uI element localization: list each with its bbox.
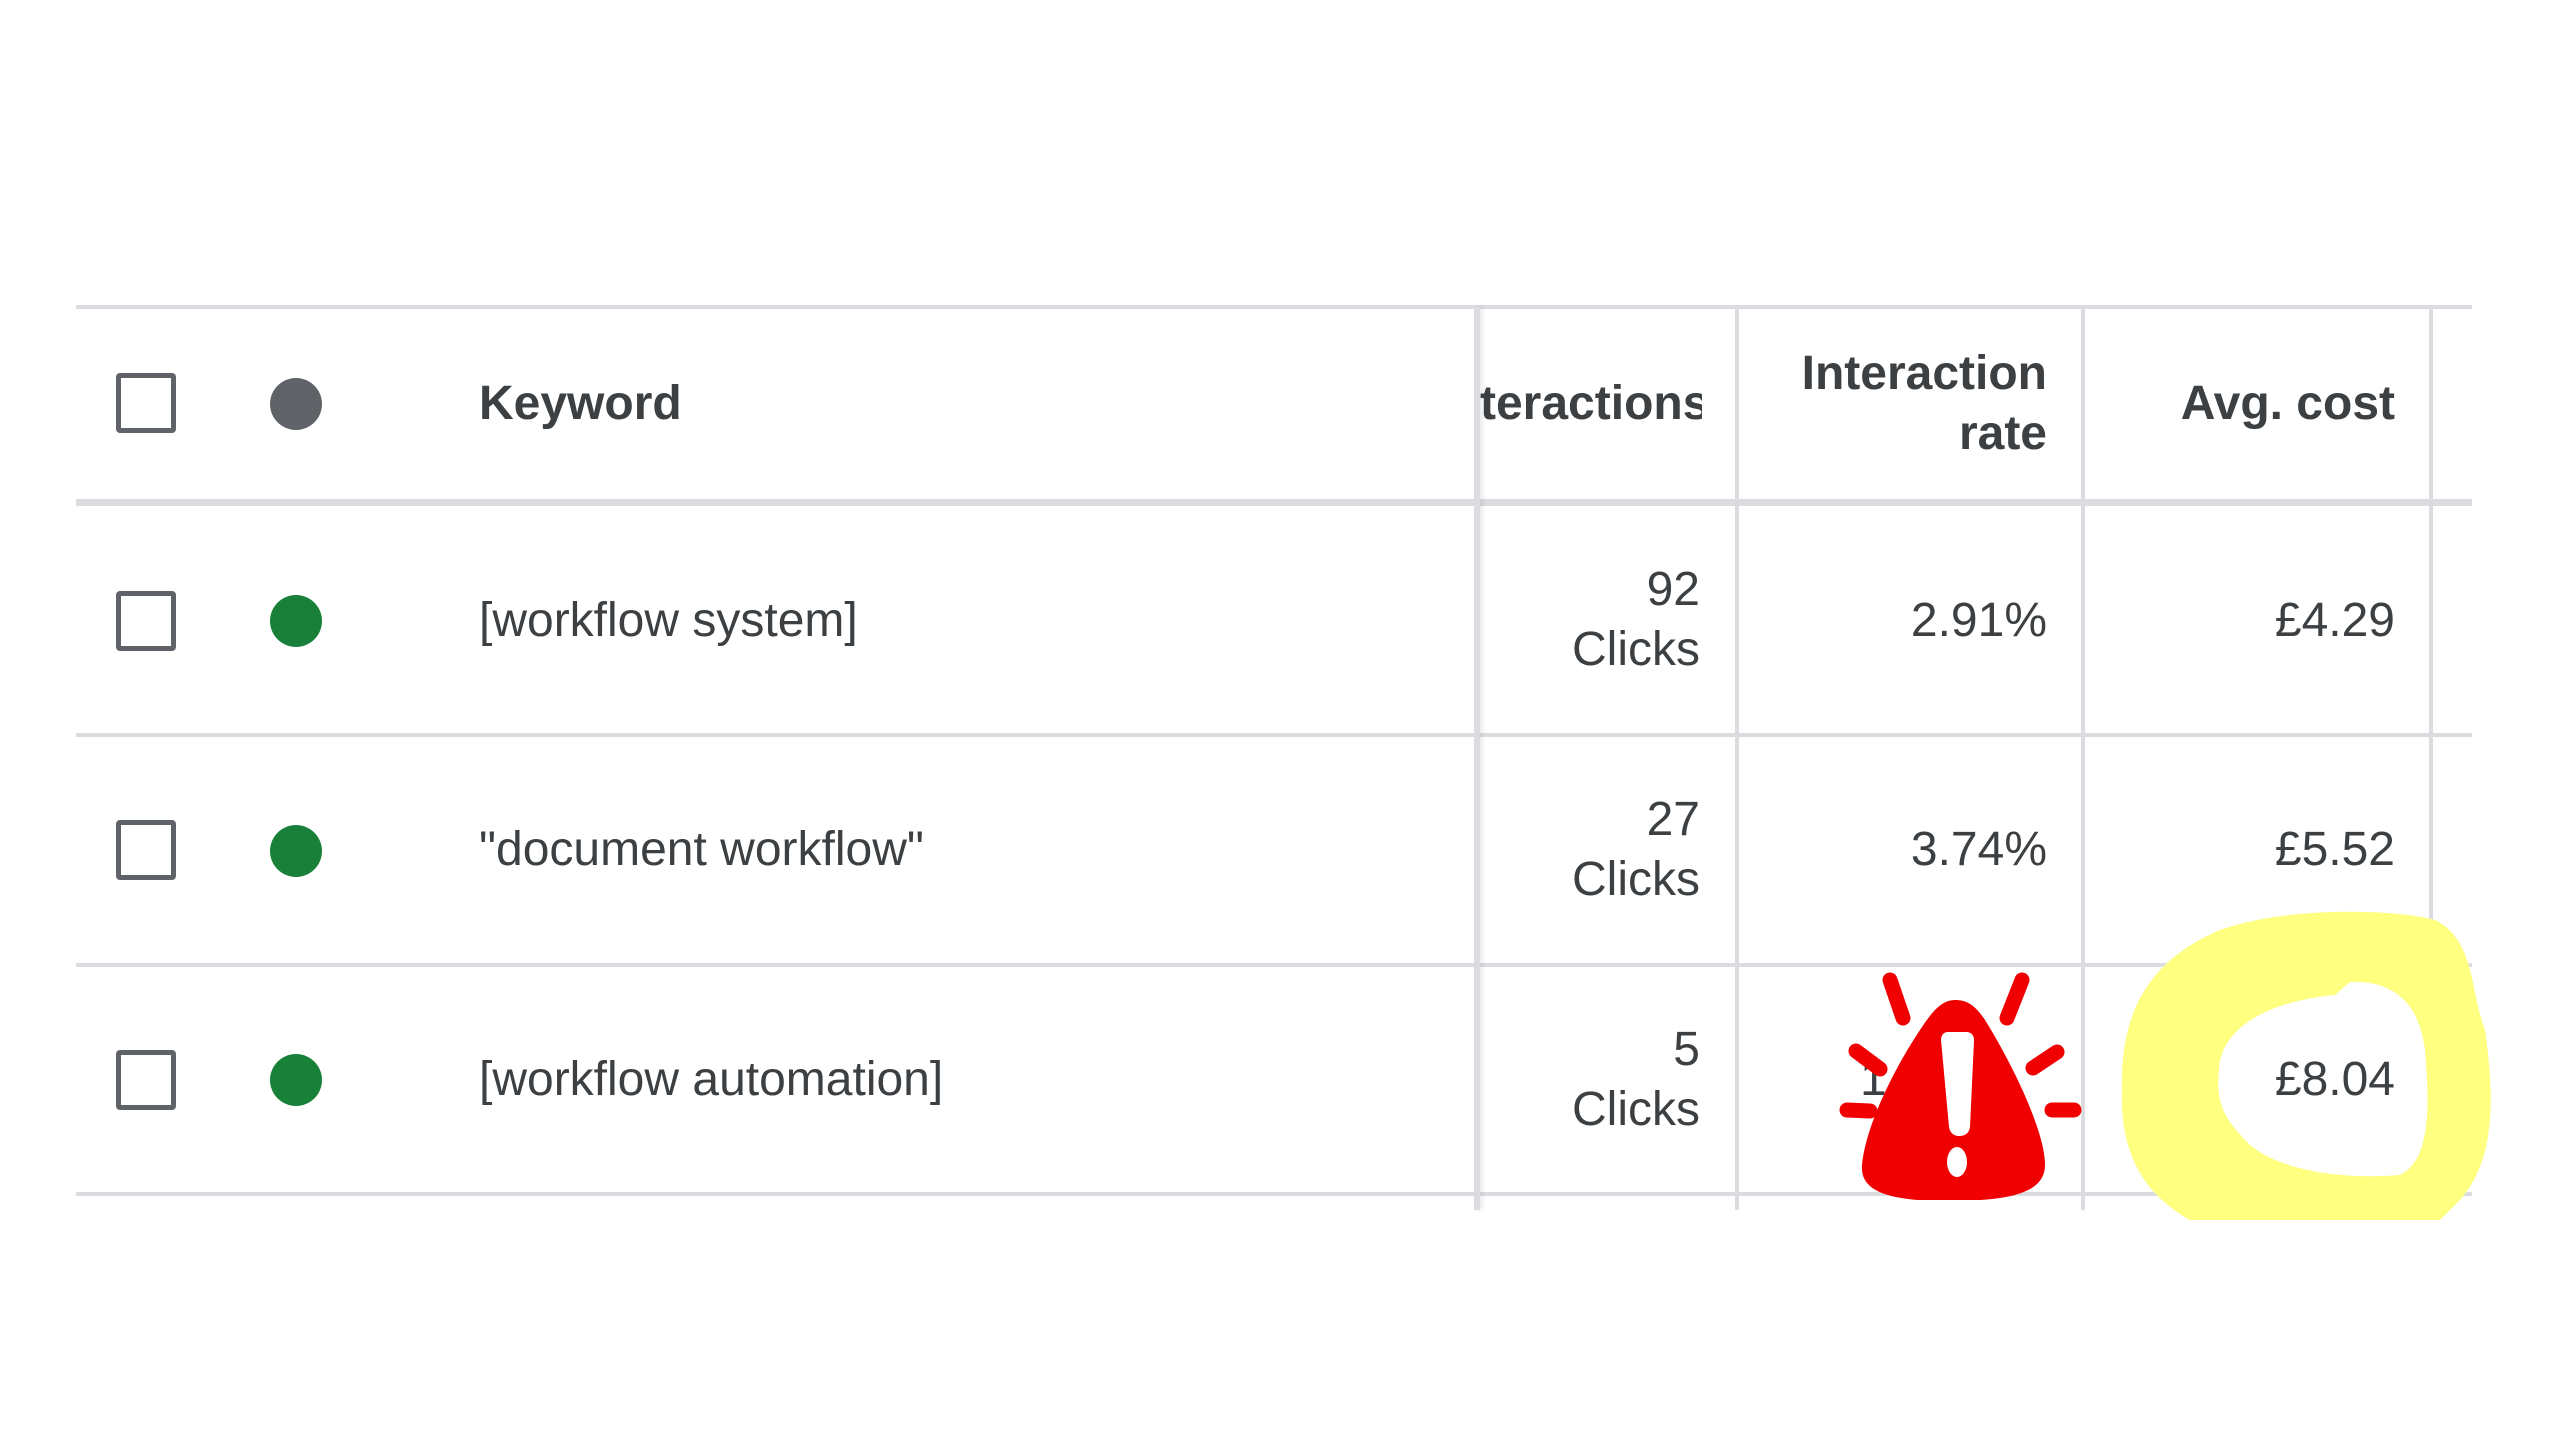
status-enabled-icon[interactable] (270, 595, 322, 647)
interactions-cell: 27 (1646, 793, 1700, 846)
alert-warning-icon (1839, 972, 2082, 1200)
status-header-icon[interactable] (270, 378, 322, 430)
keyword-cell[interactable]: [workflow system] (479, 591, 858, 651)
interaction-rate-cell: 3.74% (1910, 823, 2047, 876)
header-interaction-rate-line2[interactable]: rate (1740, 404, 2047, 464)
status-enabled-icon[interactable] (270, 825, 322, 877)
column-divider (1735, 307, 1739, 1210)
avg-cost-cell: £4.29 (2274, 594, 2395, 647)
keyword-cell[interactable]: "document workflow" (479, 820, 924, 880)
select-all-checkbox[interactable] (116, 373, 176, 433)
row-checkbox[interactable] (116, 820, 176, 880)
table-top-border (76, 305, 2472, 309)
interactions-cell: 92 (1646, 563, 1700, 616)
header-interaction-rate-line1[interactable]: Interaction (1740, 344, 2047, 404)
interactions-unit: Clicks (1572, 623, 1700, 676)
interactions-cell: 5 (1673, 1023, 1700, 1076)
avg-cost-cell: £5.52 (2274, 823, 2395, 876)
interactions-unit: Clicks (1572, 853, 1700, 906)
header-avg-cost[interactable]: Avg. cost (2086, 374, 2395, 434)
row-checkbox[interactable] (116, 1050, 176, 1110)
header-interactions[interactable]: teractions (1480, 374, 1702, 434)
interactions-unit: Clicks (1572, 1083, 1700, 1136)
row-divider (76, 733, 2472, 737)
status-enabled-icon[interactable] (270, 1054, 322, 1106)
keyword-cell[interactable]: [workflow automation] (479, 1050, 943, 1110)
interaction-rate-cell: 2.91% (1910, 594, 2047, 647)
header-keyword[interactable]: Keyword (479, 374, 682, 434)
header-bottom-border (76, 499, 2472, 506)
row-checkbox[interactable] (116, 591, 176, 651)
